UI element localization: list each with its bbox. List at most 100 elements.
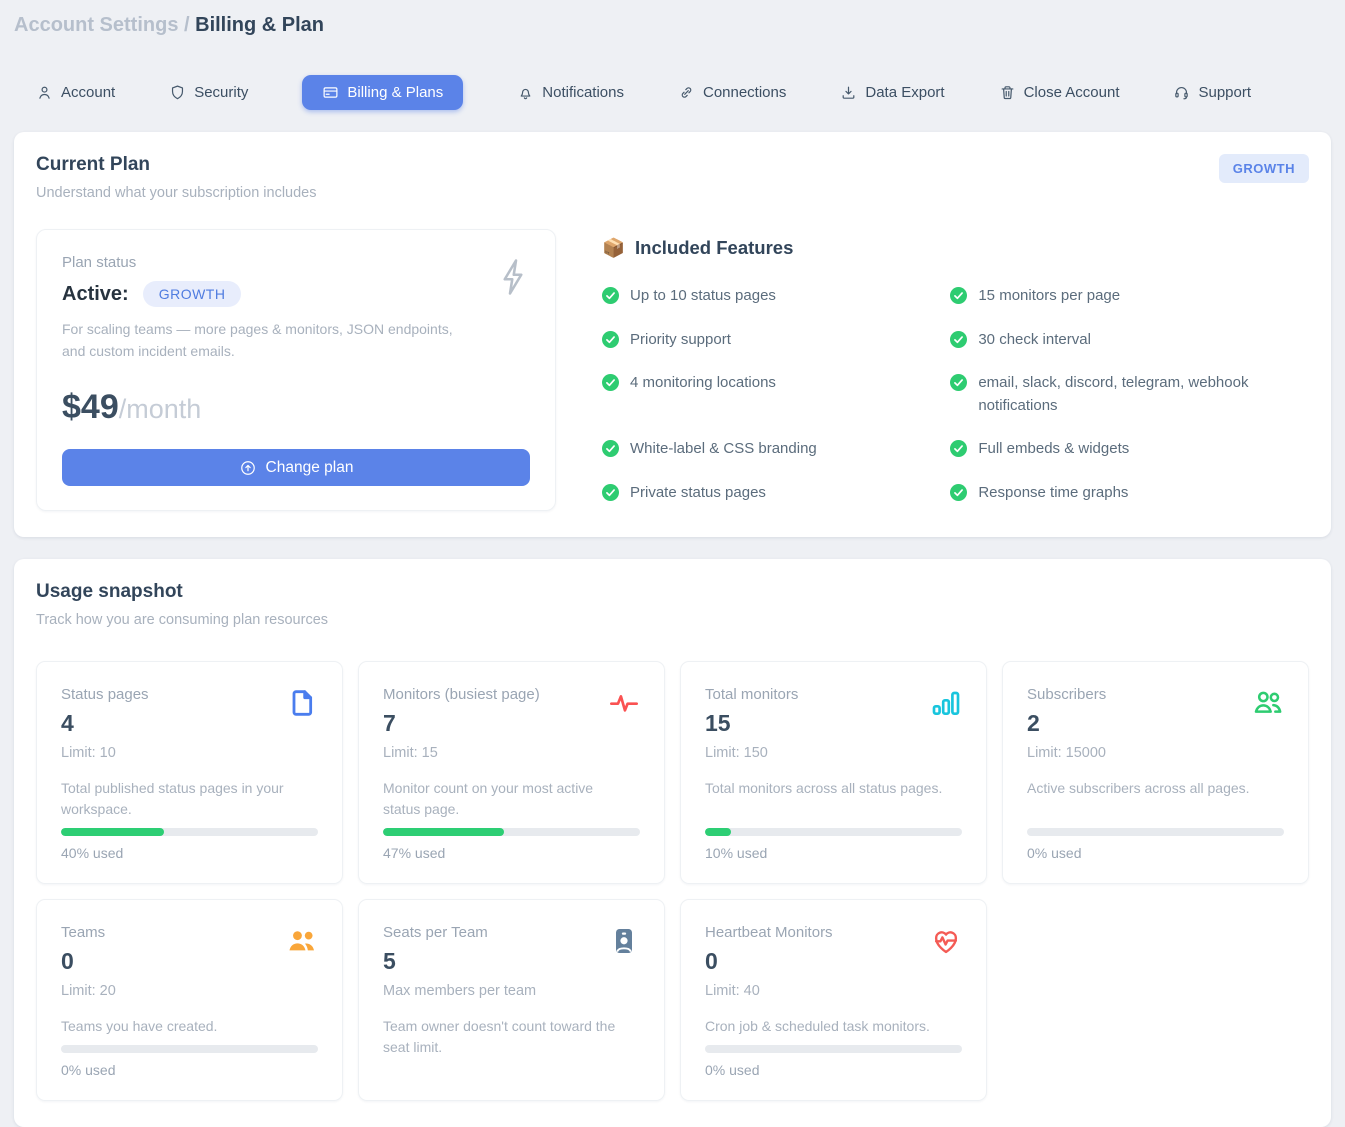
id-badge-icon: [608, 925, 640, 957]
usage-limit: Limit: 40: [705, 983, 962, 999]
included-features: 📦 Included Features Up to 10 status page…: [556, 229, 1309, 511]
progress-fill: [383, 828, 504, 836]
progress-track: [61, 828, 318, 836]
tab-connections[interactable]: Connections: [678, 84, 786, 101]
feature-item: email, slack, discord, telegram, webhook…: [950, 372, 1309, 417]
usage-description: Total monitors across all status pages.: [705, 778, 962, 820]
plan-status-value: Active:: [62, 283, 129, 306]
usage-percent-label: 0% used: [61, 1062, 318, 1078]
progress-track: [383, 828, 640, 836]
usage-value: 7: [383, 710, 640, 737]
plan-price: $49: [62, 388, 119, 426]
tab-label: Security: [194, 84, 248, 101]
usage-limit: Limit: 15: [383, 745, 640, 761]
usage-limit: Limit: 20: [61, 983, 318, 999]
usage-description: Teams you have created.: [61, 1016, 318, 1037]
change-plan-button[interactable]: Change plan: [62, 449, 530, 486]
plan-status-label: Plan status: [62, 254, 530, 271]
document-icon: [286, 687, 318, 719]
download-icon: [840, 84, 857, 101]
current-plan-title: Current Plan: [36, 154, 316, 176]
usage-limit: Limit: 150: [705, 745, 962, 761]
check-circle-icon: [950, 287, 967, 304]
features-list: Up to 10 status pages 15 monitors per pa…: [602, 285, 1309, 504]
tab-label: Data Export: [865, 84, 944, 101]
tab-data-export[interactable]: Data Export: [840, 84, 944, 101]
tab-label: Billing & Plans: [347, 84, 443, 101]
usage-grid: Status pages 4 Limit: 10 Total published…: [36, 661, 1309, 1101]
usage-value: 0: [705, 948, 962, 975]
usage-card-seats-per-team: Seats per Team 5 Max members per team Te…: [358, 899, 665, 1101]
progress-track: [1027, 828, 1284, 836]
teams-icon: [286, 925, 318, 957]
progress-fill: [705, 828, 731, 836]
tab-label: Notifications: [542, 84, 624, 101]
trash-icon: [999, 84, 1016, 101]
pulse-icon: [608, 687, 640, 719]
usage-card-heartbeat-monitors: Heartbeat Monitors 0 Limit: 40 Cron job …: [680, 899, 987, 1101]
tab-close-account[interactable]: Close Account: [999, 84, 1120, 101]
usage-description: Monitor count on your most active status…: [383, 778, 640, 820]
tab-account[interactable]: Account: [36, 84, 115, 101]
headset-icon: [1173, 84, 1190, 101]
feature-item: Response time graphs: [950, 482, 1309, 505]
breadcrumb-separator: /: [178, 14, 195, 36]
breadcrumb-section[interactable]: Account Settings: [14, 14, 178, 36]
plan-status-card: Plan status Active: GROWTH For scaling t…: [36, 229, 556, 511]
usage-card-status-pages: Status pages 4 Limit: 10 Total published…: [36, 661, 343, 884]
usage-value: 15: [705, 710, 962, 737]
tab-label: Close Account: [1024, 84, 1120, 101]
tab-label: Connections: [703, 84, 786, 101]
plan-period: /month: [119, 394, 202, 424]
feature-item: 15 monitors per page: [950, 285, 1309, 308]
tab-security[interactable]: Security: [169, 84, 248, 101]
feature-item: Up to 10 status pages: [602, 285, 940, 308]
usage-limit: Limit: 15000: [1027, 745, 1284, 761]
usage-card-total-monitors: Total monitors 15 Limit: 150 Total monit…: [680, 661, 987, 884]
usage-subtitle: Track how you are consuming plan resourc…: [36, 612, 1309, 628]
check-circle-icon: [602, 287, 619, 304]
tab-support[interactable]: Support: [1173, 84, 1251, 101]
tab-notifications[interactable]: Notifications: [517, 84, 624, 101]
usage-value: 0: [61, 948, 318, 975]
usage-value: 5: [383, 948, 640, 975]
current-plan-panel: Current Plan Understand what your subscr…: [14, 132, 1331, 537]
plan-status-badge: GROWTH: [143, 281, 242, 307]
check-circle-icon: [602, 484, 619, 501]
settings-tab-bar: Account Security Billing & Plans Notific…: [14, 75, 1331, 110]
check-circle-icon: [602, 440, 619, 457]
package-icon: 📦: [602, 237, 625, 259]
usage-card-monitors-busiest: Monitors (busiest page) 7 Limit: 15 Moni…: [358, 661, 665, 884]
plan-tier-badge: GROWTH: [1219, 154, 1309, 183]
usage-percent-label: 47% used: [383, 845, 640, 861]
check-circle-icon: [950, 331, 967, 348]
tab-billing-plans[interactable]: Billing & Plans: [302, 75, 463, 110]
user-icon: [36, 84, 53, 101]
progress-track: [705, 828, 962, 836]
link-icon: [678, 84, 695, 101]
progress-track: [61, 1045, 318, 1053]
check-circle-icon: [950, 374, 967, 391]
usage-value: 4: [61, 710, 318, 737]
usage-percent-label: 0% used: [1027, 845, 1284, 861]
subscribers-icon: [1252, 687, 1284, 719]
usage-limit: Limit: 10: [61, 745, 318, 761]
progress-fill: [61, 828, 164, 836]
check-circle-icon: [950, 484, 967, 501]
page-title: Billing & Plan: [195, 14, 324, 36]
lightning-icon: [495, 256, 531, 303]
usage-title: Usage snapshot: [36, 581, 1309, 603]
breadcrumb: Account Settings / Billing & Plan: [14, 14, 1331, 37]
feature-item: White-label & CSS branding: [602, 438, 940, 461]
usage-card-teams: Teams 0 Limit: 20 Teams you have created…: [36, 899, 343, 1101]
feature-item: 4 monitoring locations: [602, 372, 940, 395]
check-circle-icon: [602, 331, 619, 348]
heartbeat-icon: [930, 925, 962, 957]
tab-label: Support: [1198, 84, 1251, 101]
progress-track: [705, 1045, 962, 1053]
credit-card-icon: [322, 84, 339, 101]
upgrade-arrow-icon: [239, 459, 257, 477]
billing-plan-page: Account Settings / Billing & Plan Accoun…: [0, 0, 1345, 1127]
usage-description: Total published status pages in your wor…: [61, 778, 318, 820]
usage-percent-label: 0% used: [705, 1062, 962, 1078]
